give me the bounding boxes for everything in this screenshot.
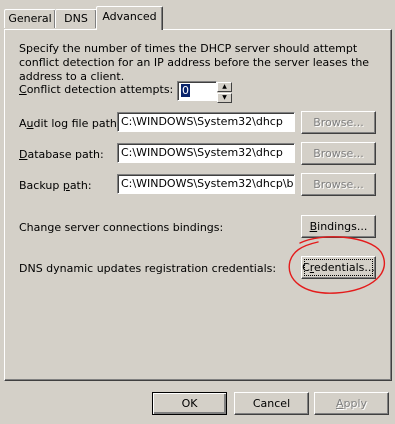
arrow-up-icon: ▲: [222, 83, 227, 90]
arrow-down-icon: ▼: [222, 94, 227, 101]
advanced-panel: Specify the number of times the DHCP ser…: [4, 29, 392, 381]
tab-general[interactable]: General: [4, 9, 56, 28]
conflict-attempts-value: 0: [181, 84, 190, 97]
database-browse-button[interactable]: Browse...: [301, 142, 376, 165]
audit-log-path-field[interactable]: C:\WINDOWS\System32\dhcp: [117, 112, 295, 132]
bindings-button[interactable]: Bindings...: [301, 215, 376, 238]
ok-button[interactable]: OK: [152, 392, 227, 415]
cancel-button[interactable]: Cancel: [234, 392, 309, 415]
backup-path-field[interactable]: C:\WINDOWS\System32\dhcp\ba: [117, 174, 295, 194]
tab-advanced-label: Advanced: [102, 10, 157, 23]
spin-down-button[interactable]: ▼: [217, 93, 232, 103]
tab-dns-label: DNS: [64, 12, 88, 25]
backup-path-label: Backup path:: [19, 179, 92, 192]
backup-browse-button[interactable]: Browse...: [301, 173, 376, 196]
conflict-detection-label: Conflict detection attempts:: [19, 83, 174, 96]
apply-button[interactable]: Apply: [314, 392, 389, 415]
credentials-button[interactable]: Credentials...: [301, 256, 376, 279]
credentials-label: DNS dynamic updates registration credent…: [19, 262, 277, 275]
audit-log-browse-button[interactable]: Browse...: [301, 111, 376, 134]
tab-strip: General DNS Advanced: [4, 6, 395, 30]
conflict-attempts-spinner[interactable]: ▲ ▼: [217, 82, 232, 104]
description-text: Specify the number of times the DHCP ser…: [19, 42, 370, 83]
audit-log-path-label: Audit log file path:: [19, 117, 121, 130]
browse-label: Browse...: [313, 178, 364, 191]
bindings-label: Change server connections bindings:: [19, 221, 224, 234]
browse-label: Browse...: [313, 116, 364, 129]
database-path-label: Database path:: [19, 148, 104, 161]
tab-dns[interactable]: DNS: [55, 9, 97, 28]
spin-up-button[interactable]: ▲: [217, 82, 232, 92]
tab-general-label: General: [8, 12, 52, 25]
browse-label: Browse...: [313, 147, 364, 160]
tab-advanced[interactable]: Advanced: [96, 6, 163, 30]
database-path-field[interactable]: C:\WINDOWS\System32\dhcp: [117, 143, 295, 163]
conflict-attempts-input[interactable]: 0: [177, 81, 217, 101]
